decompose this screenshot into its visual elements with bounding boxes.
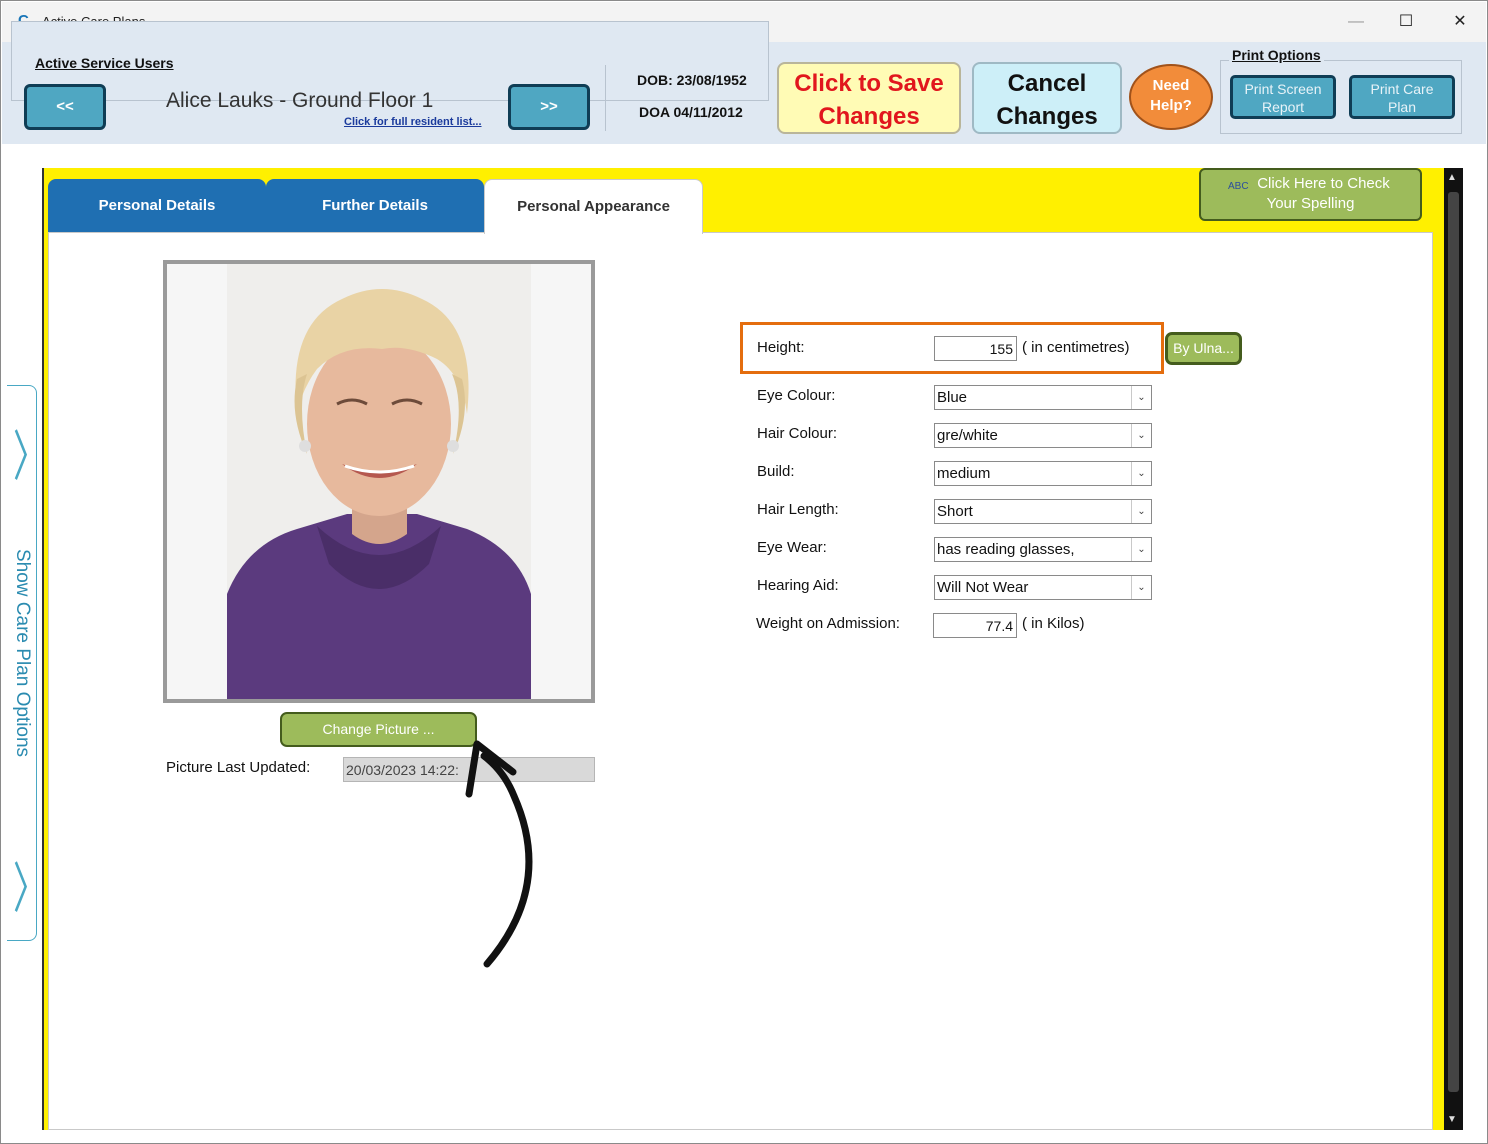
vertical-scrollbar[interactable]: ▲ ▼ [1444,168,1463,1130]
date-of-admission: DOA 04/11/2012 [639,104,743,120]
spelling-label-line2: Your Spelling [1266,195,1355,212]
chevron-down-icon[interactable]: ⌄ [1131,500,1151,523]
eye-wear-select[interactable]: has reading glasses, ⌄ [934,537,1152,562]
chevron-down-icon[interactable]: ⌄ [1131,424,1151,447]
need-help-button[interactable]: Need Help? [1129,64,1213,130]
help-label-line2: Help? [1150,97,1192,114]
resident-photo-frame [163,260,595,703]
hearing-aid-select[interactable]: Will Not Wear ⌄ [934,575,1152,600]
minimize-button[interactable]: — [1336,8,1376,36]
hearing-aid-value: Will Not Wear [937,579,1029,596]
resident-photo [167,264,591,699]
print-options-label: Print Options [1229,47,1324,63]
hair-length-value: Short [937,503,973,520]
full-resident-list-link[interactable]: Click for full resident list... [344,116,482,128]
scroll-down-icon[interactable]: ▼ [1447,1114,1457,1125]
height-label: Height: [757,339,805,356]
weight-unit-label: ( in Kilos) [1022,615,1085,632]
tab-personal-appearance[interactable]: Personal Appearance [484,179,703,234]
arrow-annotation-icon [465,740,533,968]
hearing-aid-label: Hearing Aid: [757,577,839,594]
maximize-button[interactable]: ☐ [1386,8,1426,36]
help-label-line1: Need [1152,77,1190,94]
build-label: Build: [757,463,795,480]
weight-label: Weight on Admission: [756,615,900,632]
eye-wear-value: has reading glasses, [937,541,1075,558]
print-screen-report-button[interactable]: Print Screen Report [1230,75,1336,119]
chevron-down-icon[interactable]: ⌄ [1131,576,1151,599]
scroll-up-icon[interactable]: ▲ [1447,172,1457,183]
height-unit-label: ( in centimetres) [1022,339,1130,356]
save-label-line2: Changes [818,103,920,130]
eye-colour-label: Eye Colour: [757,387,836,404]
hair-colour-value: gre/white [937,427,998,444]
show-care-plan-options-label[interactable]: Show Care Plan Options [7,549,37,789]
chevron-right-icon[interactable]: 〉 [13,413,47,491]
service-users-label: Active Service Users [32,55,177,71]
eye-colour-select[interactable]: Blue ⌄ [934,385,1152,410]
tab-personal-details[interactable]: Personal Details [48,179,266,233]
height-input[interactable]: 155 [934,336,1017,361]
chevron-right-icon[interactable]: 〉 [13,845,47,923]
save-changes-button[interactable]: Click to Save Changes [777,62,961,134]
hair-length-label: Hair Length: [757,501,839,518]
resident-name: Alice Lauks - Ground Floor 1 [166,89,434,112]
print-care-plan-button[interactable]: Print Care Plan [1349,75,1455,119]
header-divider [605,65,606,131]
print-care-line2: Plan [1387,99,1417,115]
hair-colour-label: Hair Colour: [757,425,838,442]
eye-colour-value: Blue [937,389,968,406]
change-picture-button[interactable]: Change Picture ... [280,712,477,747]
close-button[interactable]: ✕ [1440,8,1480,36]
check-spelling-button[interactable]: Click Here to Check Your Spelling [1199,168,1422,221]
chevron-down-icon[interactable]: ⌄ [1131,386,1151,409]
by-ulna-button[interactable]: By Ulna... [1165,332,1242,365]
hair-length-select[interactable]: Short ⌄ [934,499,1152,524]
eye-wear-label: Eye Wear: [757,539,827,556]
chevron-down-icon[interactable]: ⌄ [1131,538,1151,561]
cancel-label-line2: Changes [996,103,1098,130]
cancel-changes-button[interactable]: Cancel Changes [972,62,1122,134]
spell-check-icon: ABC [1228,181,1249,192]
tab-further-details[interactable]: Further Details [266,179,484,233]
chevron-down-icon[interactable]: ⌄ [1131,462,1151,485]
previous-resident-button[interactable]: << [24,84,106,130]
date-of-birth: DOB: 23/08/1952 [637,72,747,88]
build-select[interactable]: medium ⌄ [934,461,1152,486]
picture-updated-label: Picture Last Updated: [166,759,311,776]
save-label-line1: Click to Save [794,70,944,97]
print-screen-line2: Report [1261,99,1305,115]
hair-colour-select[interactable]: gre/white ⌄ [934,423,1152,448]
print-screen-line1: Print Screen [1244,81,1322,97]
cancel-label-line1: Cancel [1007,70,1087,97]
build-value: medium [937,465,991,482]
print-care-line1: Print Care [1370,81,1434,97]
next-resident-button[interactable]: >> [508,84,590,130]
weight-input[interactable]: 77.4 [933,613,1017,638]
app-window: C Active Care Plans... — ☐ ✕ Active Serv… [0,0,1488,1144]
scroll-thumb[interactable] [1448,192,1459,1092]
